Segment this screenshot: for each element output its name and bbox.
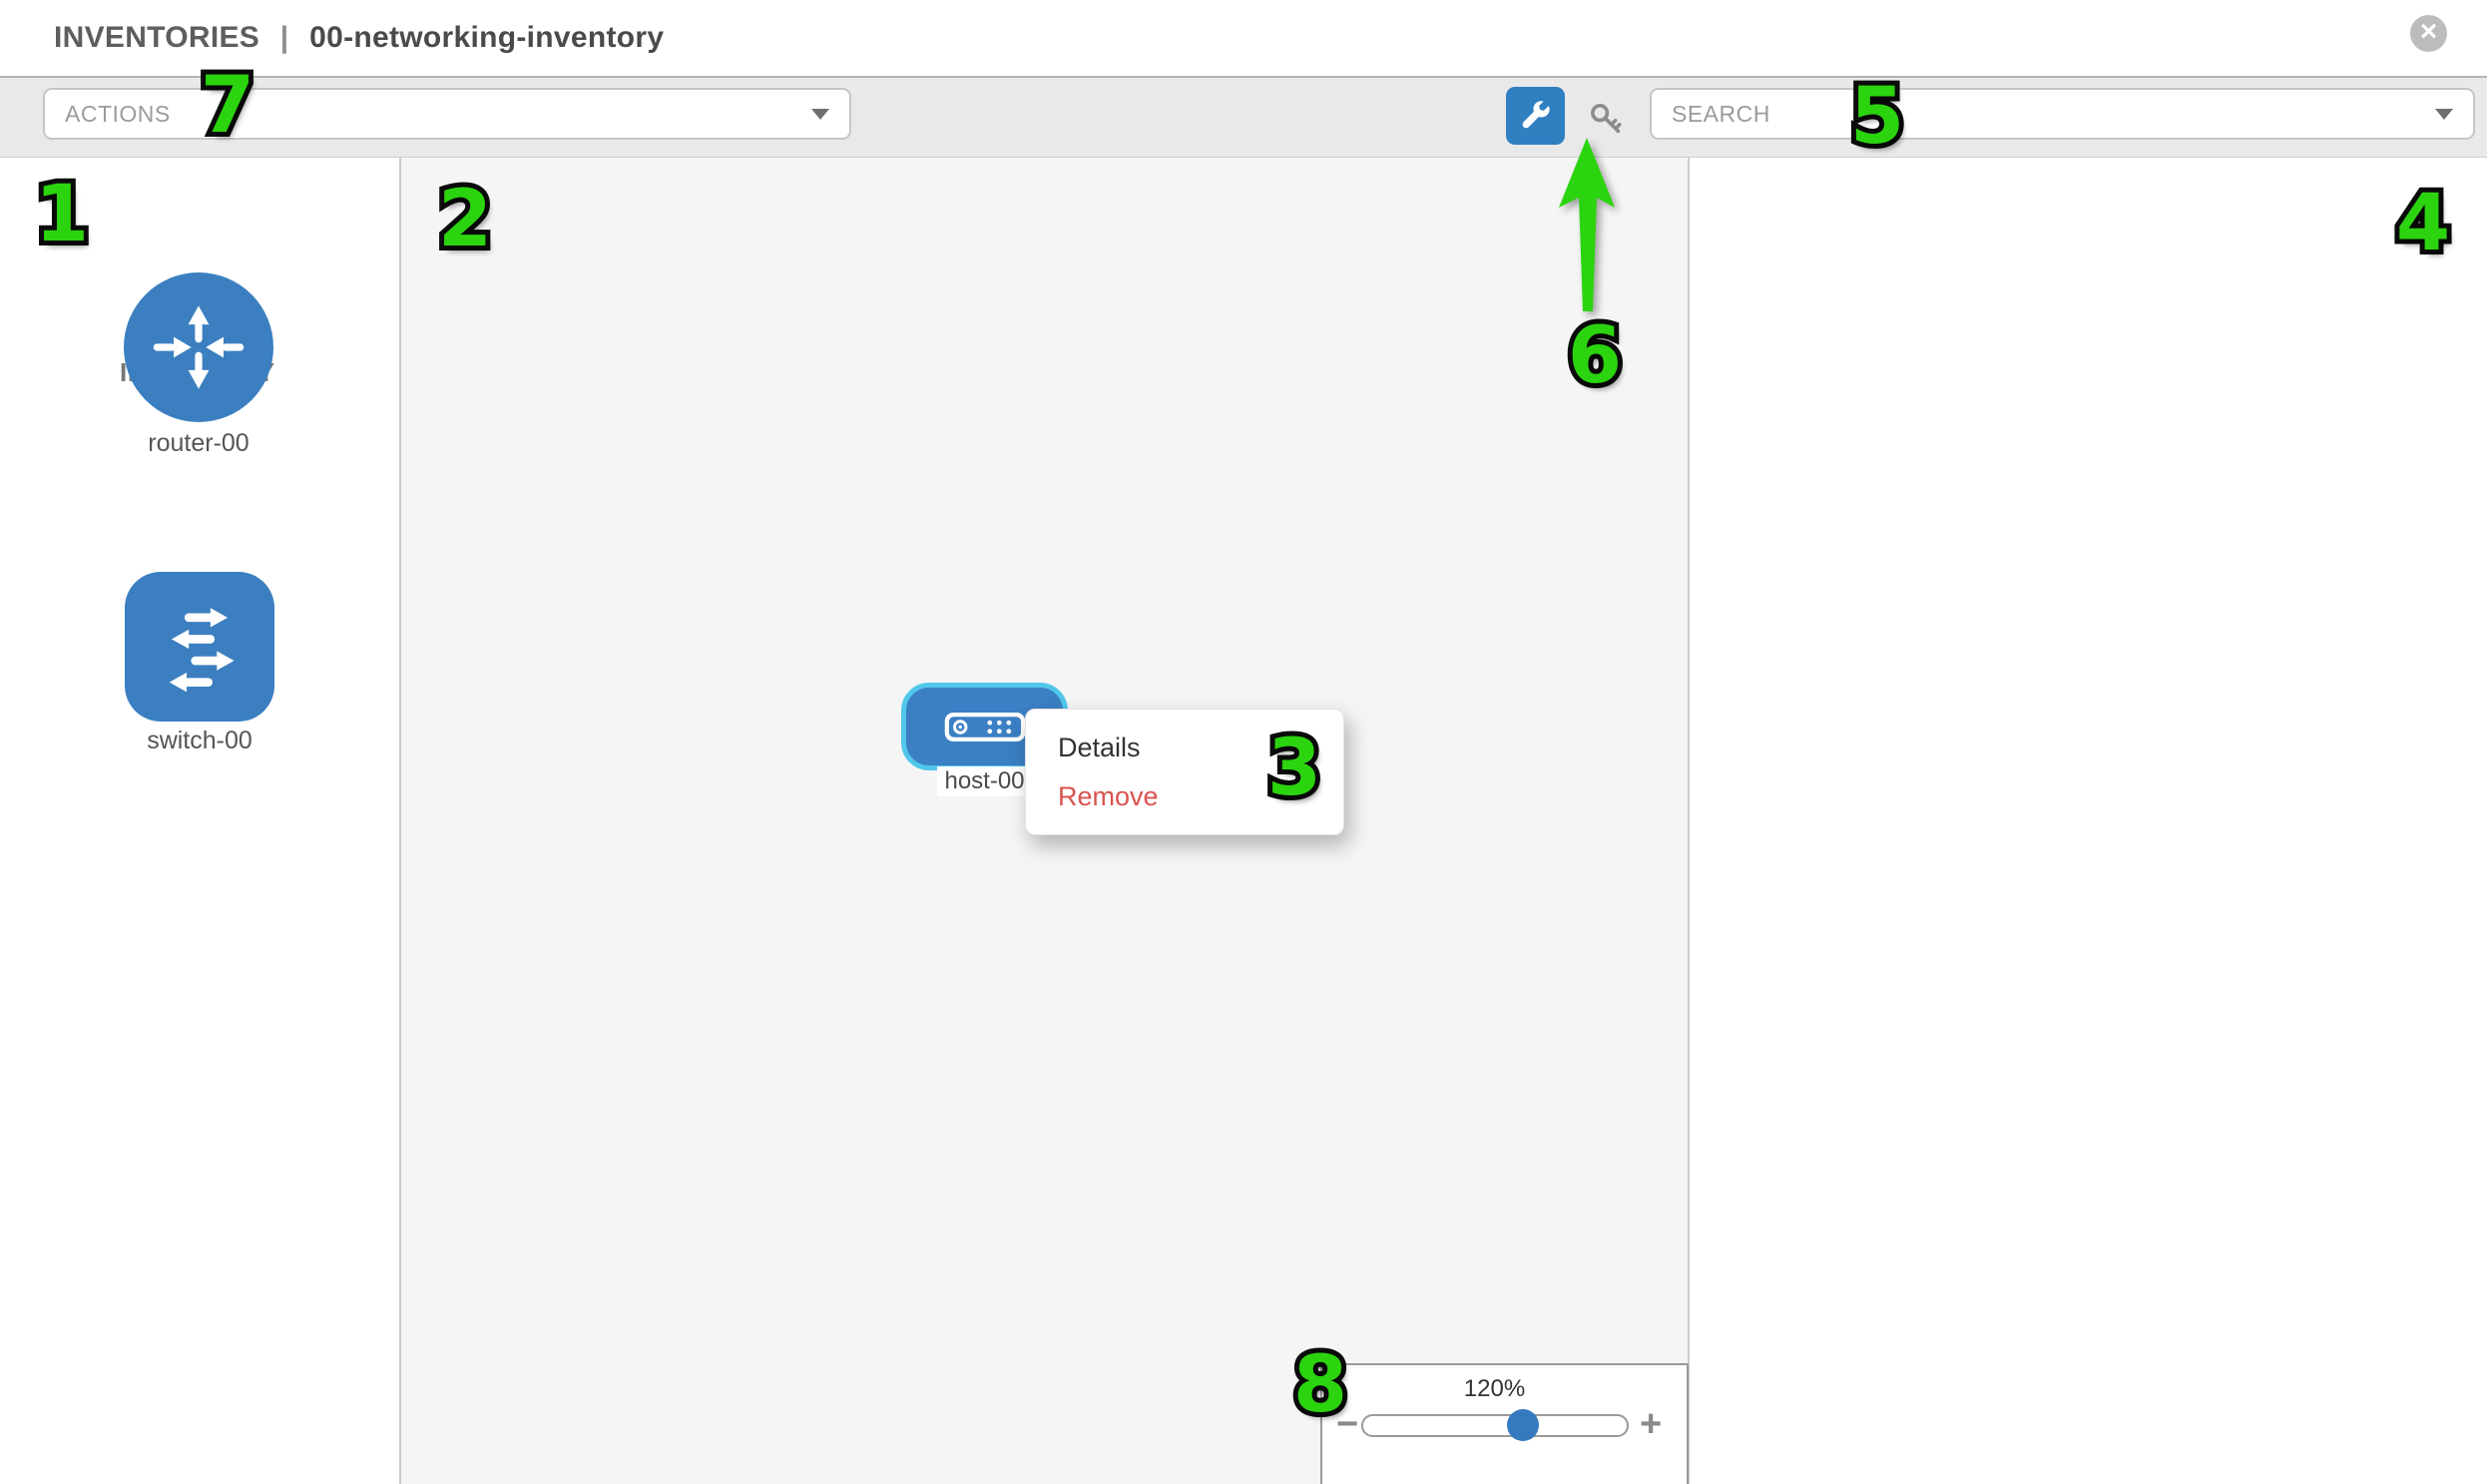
key-icon [1587,100,1625,138]
zoom-level: 120% [1322,1375,1667,1403]
close-icon: × [2420,17,2438,47]
actions-dropdown-label: ACTIONS [65,101,171,128]
zoom-out-button[interactable]: − [1336,1405,1358,1443]
wrench-icon [1519,99,1553,133]
key-button[interactable] [1586,99,1626,139]
router-label: router-00 [89,429,308,458]
breadcrumb: INVENTORIES | 00-networking-inventory [54,21,664,55]
details-panel: DETAILS * HOST NAME ? DESCRIPTION VARIAB… [1692,158,2487,1484]
toolbar: ACTIONS SEARCH [0,78,2487,158]
context-menu: Details Remove [1025,709,1344,835]
breadcrumb-inventory-name: 00-networking-inventory [309,21,664,54]
zoom-slider-thumb[interactable] [1507,1409,1539,1441]
tools-button[interactable] [1506,87,1565,145]
sidebar-item-switch[interactable] [125,572,274,722]
switch-label: switch-00 [90,727,309,755]
router-icon [147,295,250,399]
breadcrumb-separator: | [280,21,289,54]
chevron-down-icon [811,109,829,120]
menu-item-remove[interactable]: Remove [1026,772,1343,821]
menu-item-details[interactable]: Details [1026,724,1343,772]
header: INVENTORIES | 00-networking-inventory × [0,0,2487,78]
inventory-topology-app: INVENTORIES | 00-networking-inventory × … [0,0,2487,1484]
breadcrumb-section: INVENTORIES [54,21,259,54]
host-node-label: host-00 [937,766,1032,796]
sidebar-item-router[interactable] [124,272,273,422]
chevron-down-icon [2435,109,2453,120]
search-dropdown-label: SEARCH [1672,101,1770,128]
zoom-slider-track[interactable] [1361,1414,1629,1437]
zoom-in-button[interactable]: + [1640,1405,1662,1443]
switch-icon [146,593,253,701]
zoom-control: 120% − + [1320,1363,1689,1484]
close-button[interactable]: × [2410,15,2447,52]
search-dropdown[interactable]: SEARCH [1650,88,2475,140]
actions-dropdown[interactable]: ACTIONS [43,88,851,140]
host-icon [944,712,1026,742]
